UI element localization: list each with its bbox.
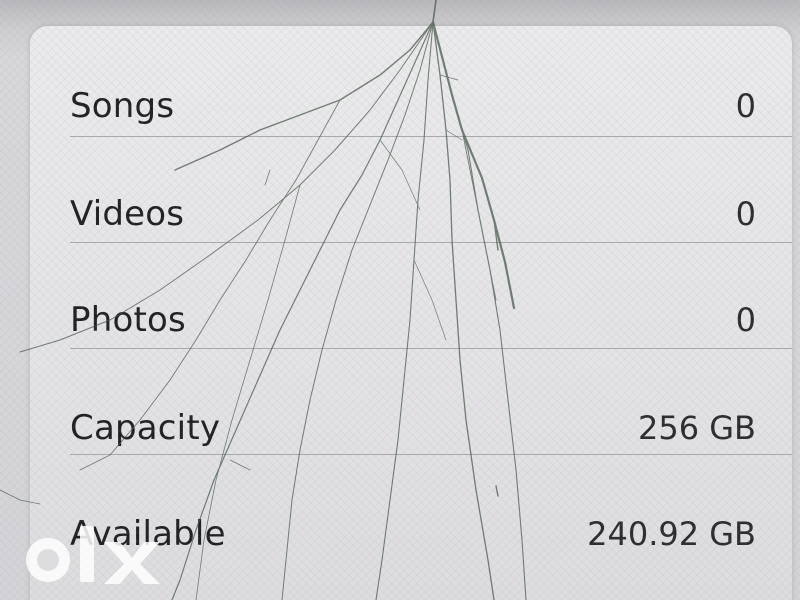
list-row-videos: Videos 0 <box>30 160 792 266</box>
row-label: Photos <box>70 300 186 340</box>
row-label: Songs <box>70 86 175 126</box>
row-value: 0 <box>735 195 756 233</box>
divider <box>70 348 792 349</box>
row-value: 0 <box>735 301 756 339</box>
list-row-photos: Photos 0 <box>30 266 792 372</box>
storage-info-card: Songs 0 Videos 0 Photos 0 Capacity 256 G… <box>30 26 792 600</box>
row-label: Videos <box>70 194 185 234</box>
row-value: 256 GB <box>638 409 756 447</box>
divider <box>70 242 792 243</box>
phone-screen: Songs 0 Videos 0 Photos 0 Capacity 256 G… <box>0 0 800 600</box>
divider <box>70 454 792 455</box>
list-row-available: Available 240.92 GB <box>30 478 792 584</box>
list-row-capacity: Capacity 256 GB <box>30 372 792 478</box>
row-label: Capacity <box>70 408 221 448</box>
divider <box>70 136 792 137</box>
row-label: Available <box>70 514 226 554</box>
row-value: 0 <box>735 87 756 125</box>
row-value: 240.92 GB <box>587 515 756 553</box>
list-row-songs: Songs 0 <box>30 54 792 160</box>
